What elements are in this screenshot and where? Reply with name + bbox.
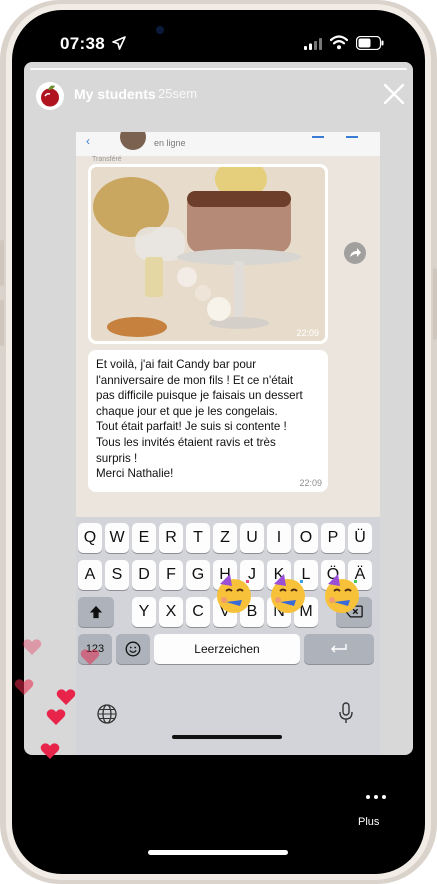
- chevron-left-icon: ‹: [86, 134, 90, 148]
- text-message-bubble[interactable]: Et voilà, j'ai fait Candy bar pour l'ann…: [88, 350, 328, 492]
- message-line: Tout était parfait! Je suis si contente …: [96, 420, 287, 434]
- phone-call-icon: [346, 136, 358, 138]
- key[interactable]: U: [240, 523, 264, 553]
- battery-icon: [356, 36, 384, 50]
- key[interactable]: I: [267, 523, 291, 553]
- story-username[interactable]: My students: [74, 86, 156, 102]
- apple-logo-icon: [36, 82, 64, 110]
- key[interactable]: G: [186, 560, 210, 590]
- heart-icon: [14, 679, 34, 695]
- home-indicator[interactable]: [148, 850, 288, 855]
- cellular-signal-icon: [304, 38, 322, 50]
- keyboard: Q W E R T Z U I O P Ü A S D F G H J K L …: [76, 517, 380, 755]
- heart-icon: [22, 639, 42, 655]
- partying-face-emoji-icon[interactable]: [320, 572, 364, 616]
- cake-photo-illustration: [91, 167, 325, 341]
- image-message-bubble[interactable]: 22:09: [88, 164, 328, 344]
- partying-face-emoji-icon[interactable]: [212, 572, 256, 616]
- message-line: surpris !: [96, 451, 138, 465]
- cake-photo[interactable]: 22:09: [91, 167, 325, 341]
- front-camera: [156, 26, 164, 34]
- location-arrow-icon: [112, 36, 126, 50]
- key[interactable]: P: [321, 523, 345, 553]
- forward-share-icon[interactable]: [344, 242, 366, 264]
- key[interactable]: A: [78, 560, 102, 590]
- return-key[interactable]: [304, 634, 374, 664]
- message-line: pas difficile puisque je faisais un dess…: [96, 389, 303, 403]
- message-line: Et voilà, j'ai fait Candy bar pour: [96, 358, 257, 371]
- close-icon[interactable]: [382, 82, 406, 106]
- story-card[interactable]: My students 25sem ‹ en ligne Transféré 2…: [24, 62, 413, 755]
- key[interactable]: X: [159, 597, 183, 627]
- key[interactable]: C: [186, 597, 210, 627]
- story-age: 25sem: [158, 86, 198, 101]
- emoji-key[interactable]: [116, 634, 150, 664]
- space-key[interactable]: Leerzeichen: [154, 634, 300, 664]
- image-timestamp: 22:09: [296, 328, 319, 338]
- message-line: l'anniversaire de mon fils ! Et ce n'éta…: [96, 373, 294, 387]
- key[interactable]: Q: [78, 523, 102, 553]
- partying-face-emoji-icon[interactable]: [266, 572, 310, 616]
- power-button: [433, 268, 437, 340]
- key[interactable]: R: [159, 523, 183, 553]
- key[interactable]: D: [132, 560, 156, 590]
- video-call-icon: [312, 136, 324, 138]
- key[interactable]: W: [105, 523, 129, 553]
- message-line: Tous les invités étaient ravis et très: [96, 435, 276, 449]
- heart-icon: [80, 649, 100, 665]
- key[interactable]: E: [132, 523, 156, 553]
- shift-key[interactable]: [78, 597, 114, 627]
- key[interactable]: Ü: [348, 523, 372, 553]
- key[interactable]: Y: [132, 597, 156, 627]
- return-arrow-icon: [331, 644, 347, 653]
- volume-up-button: [0, 240, 4, 286]
- message-line: Merci Nathalie!: [96, 467, 174, 481]
- contact-status: en ligne: [154, 138, 186, 148]
- contact-avatar: [120, 132, 146, 150]
- heart-icon: [46, 709, 66, 725]
- key[interactable]: S: [105, 560, 129, 590]
- heart-icon: [40, 743, 60, 759]
- key[interactable]: Z: [213, 523, 237, 553]
- forwarded-label: Transféré: [92, 156, 122, 163]
- key[interactable]: T: [186, 523, 210, 553]
- heart-icon: [56, 689, 76, 705]
- phone-screen: 07:38 My students 25sem ‹ en ligne Trans…: [12, 10, 425, 874]
- globe-icon[interactable]: [96, 703, 118, 725]
- dictation-mic-icon[interactable]: [338, 701, 354, 725]
- shift-arrow-icon: [89, 605, 103, 619]
- emoji-face-icon: [125, 641, 141, 657]
- chat-header: ‹ en ligne: [76, 132, 380, 156]
- message-line: chaque jour et que je les congelais.: [96, 404, 278, 418]
- key[interactable]: O: [294, 523, 318, 553]
- message-timestamp: 22:09: [299, 478, 322, 488]
- story-progress-bar: [30, 68, 407, 70]
- story-avatar[interactable]: [36, 82, 64, 110]
- key[interactable]: F: [159, 560, 183, 590]
- more-dots-icon[interactable]: [364, 794, 388, 800]
- wifi-icon: [330, 35, 348, 50]
- volume-down-button: [0, 300, 4, 346]
- more-label[interactable]: Plus: [358, 816, 379, 828]
- status-time: 07:38: [60, 34, 105, 53]
- keyboard-home-bar: [172, 735, 282, 739]
